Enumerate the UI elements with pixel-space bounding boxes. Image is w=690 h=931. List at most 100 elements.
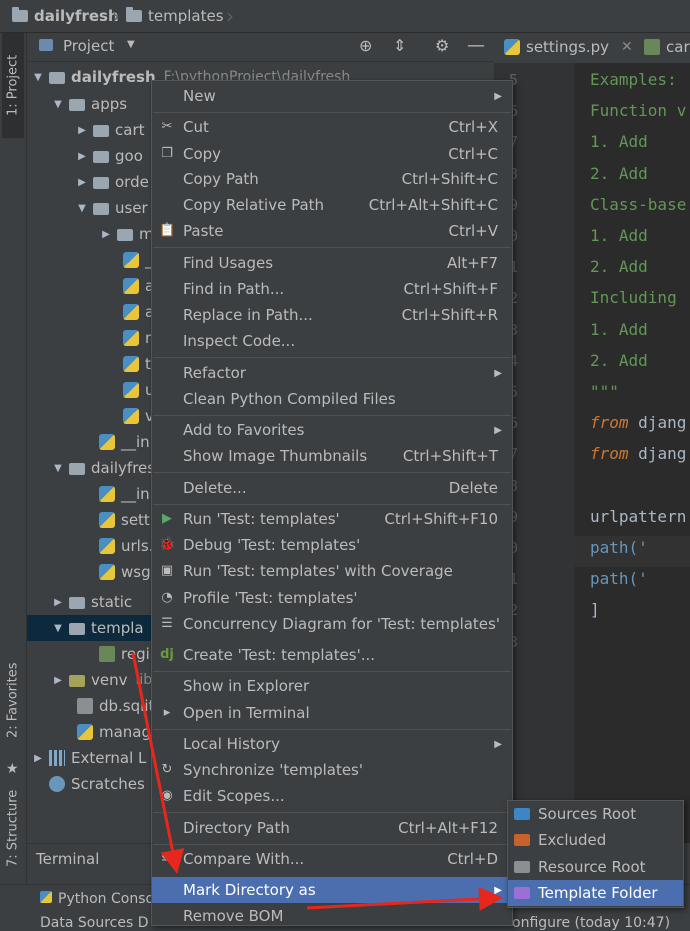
menu-item-refactor[interactable]: Refactor ▶ [152,360,512,386]
project-view-title[interactable]: Project [63,37,114,55]
folder-icon [69,99,85,111]
menu-shortcut: Ctrl+Shift+F10 [384,510,498,528]
menu-item-debug-test-templates[interactable]: 🐞 Debug 'Test: templates' [152,532,512,558]
submenu-item-template-folder[interactable]: Template Folder [508,880,683,906]
menu-item-find-usages[interactable]: Find Usages Alt+F7 [152,250,512,276]
close-icon[interactable]: ✕ [621,39,633,55]
menu-icon: ◉ [161,788,173,803]
chevron-down-icon[interactable]: ▼ [127,39,135,50]
python-console-tab[interactable]: Python Conso [40,891,154,907]
menu-item-label: Paste [183,222,224,240]
chevron-down-icon[interactable]: ▼ [51,463,65,474]
chevron-right-icon[interactable]: ▶ [75,151,89,162]
locate-icon[interactable]: ⊕ [359,36,372,55]
keyword: from [590,444,639,464]
python-file-icon [123,252,139,268]
tab-cart[interactable]: car [644,38,690,56]
menu-item-create-test-templates[interactable]: dj Create 'Test: templates'... [152,642,512,668]
folder-icon [514,887,530,899]
breadcrumb-separator: › [112,4,120,28]
submenu-item-excluded[interactable]: Excluded [508,827,683,853]
tab-favorites[interactable]: 2: Favorites [2,648,24,753]
menu-item-synchronize-templates[interactable]: ↻ Synchronize 'templates' [152,757,512,783]
terminal-tool-button[interactable]: Terminal [27,843,157,874]
menu-item-clean-python-compiled-files[interactable]: Clean Python Compiled Files [152,386,512,412]
breadcrumb-item-templates[interactable]: templates [126,6,224,26]
python-file-icon [99,512,115,528]
gear-icon[interactable]: ⚙ [435,36,449,55]
chevron-down-icon[interactable]: ▼ [51,99,65,110]
chevron-down-icon[interactable]: ▼ [31,72,45,83]
menu-item-label: Edit Scopes... [183,787,285,805]
menu-item-find-in-path[interactable]: Find in Path... Ctrl+Shift+F [152,276,512,302]
menu-item-copy[interactable]: ❐ Copy Ctrl+C [152,141,512,167]
folder-icon [93,125,109,137]
code-editor[interactable]: Examples: Function v 1. Add 2. Add Class-b… [574,63,690,843]
menu-item-copy-relative-path[interactable]: Copy Relative Path Ctrl+Alt+Shift+C [152,192,512,218]
menu-item-label: Copy Path [183,170,259,188]
menu-item-open-in-terminal[interactable]: ▸ Open in Terminal [152,700,512,726]
code-line: urlpattern [590,506,687,526]
data-sources-tab[interactable]: Data Sources D [40,915,149,931]
submenu-arrow-icon: ▶ [494,90,502,102]
python-file-icon [123,356,139,372]
breadcrumb-separator: › [226,4,234,28]
menu-item-edit-scopes[interactable]: ◉ Edit Scopes... [152,783,512,809]
chevron-right-icon[interactable]: ▶ [75,177,89,188]
chevron-down-icon[interactable]: ▼ [51,623,65,634]
menu-icon: ⇆ [161,851,173,866]
menu-item-copy-path[interactable]: Copy Path Ctrl+Shift+C [152,166,512,192]
chevron-right-icon[interactable]: ▶ [75,125,89,136]
menu-item-directory-path[interactable]: Directory Path Ctrl+Alt+F12 [152,815,512,841]
python-file-icon [123,382,139,398]
folder-icon [117,229,133,241]
code-line: 2. Add [590,163,648,183]
menu-item-new[interactable]: New ▶ [152,83,512,109]
menu-item-run-test-templates-with-coverage[interactable]: ▣ Run 'Test: templates' with Coverage [152,558,512,584]
menu-item-add-to-favorites[interactable]: Add to Favorites ▶ [152,417,512,443]
menu-item-paste[interactable]: 📋 Paste Ctrl+V [152,218,512,244]
menu-item-profile-test-templates[interactable]: ◔ Profile 'Test: templates' [152,585,512,611]
python-console-icon [40,891,52,903]
breadcrumb-item-dailyfresh[interactable]: dailyfresh [12,6,119,26]
chevron-right-icon[interactable]: ▶ [31,753,45,764]
submenu-item-label: Sources Root [538,805,637,823]
chevron-right-icon[interactable]: ▶ [99,229,113,240]
menu-item-cut[interactable]: ✂ Cut Ctrl+X [152,114,512,140]
menu-item-label: Copy [183,145,222,163]
submenu-item-sources-root[interactable]: Sources Root [508,801,683,827]
menu-separator [153,472,511,473]
python-file-icon [123,330,139,346]
tab-project[interactable]: 1: Project [2,33,24,138]
menu-item-local-history[interactable]: Local History ▶ [152,731,512,757]
menu-shortcut: Delete [448,479,498,497]
chevron-right-icon[interactable]: ▶ [51,597,65,608]
menu-shortcut: Ctrl+V [448,222,498,240]
menu-item-show-in-explorer[interactable]: Show in Explorer [152,673,512,699]
menu-item-mark-directory-as[interactable]: Mark Directory as ▶ [152,877,512,903]
menu-item-delete[interactable]: Delete... Delete [152,475,512,501]
menu-separator [153,843,511,845]
menu-item-concurrency-diagram-for-test-templates[interactable]: ☰ Concurrency Diagram for 'Test: template… [152,611,512,637]
chevron-down-icon[interactable]: ▼ [75,203,89,214]
menu-item-label: Replace in Path... [183,306,313,324]
chevron-right-icon[interactable]: ▶ [51,675,65,686]
menu-item-label: Debug 'Test: templates' [183,536,361,554]
menu-item-show-image-thumbnails[interactable]: Show Image Thumbnails Ctrl+Shift+T [152,443,512,469]
python-file-icon [77,724,93,740]
submenu-arrow-icon: ▶ [494,884,502,896]
menu-shortcut: Ctrl+Alt+Shift+C [368,196,498,214]
collapse-icon[interactable]: ⇕ [393,36,406,55]
menu-item-inspect-code[interactable]: Inspect Code... [152,328,512,354]
folder-icon [49,72,65,84]
tab-settings-py[interactable]: settings.py ✕ [504,38,633,56]
menu-item-compare-with[interactable]: ⇆ Compare With... Ctrl+D [152,846,512,872]
submenu-item-resource-root[interactable]: Resource Root [508,854,683,880]
minimize-icon[interactable]: — [467,35,485,56]
code-line: Function v [590,101,687,121]
menu-item-replace-in-path[interactable]: Replace in Path... Ctrl+Shift+R [152,302,512,328]
tab-structure[interactable]: 7: Structure [2,773,24,883]
menu-item-remove-bom[interactable]: Remove BOM [152,903,512,929]
menu-item-run-test-templates[interactable]: ▶ Run 'Test: templates' Ctrl+Shift+F10 [152,506,512,532]
menu-shortcut: Ctrl+C [448,145,498,163]
